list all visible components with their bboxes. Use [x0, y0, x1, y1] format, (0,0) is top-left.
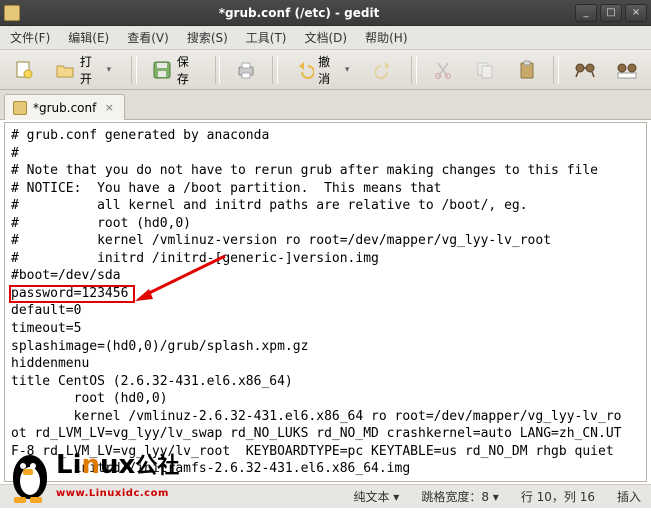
file-icon [13, 101, 27, 115]
open-button[interactable]: 打开 ▾ [48, 55, 123, 85]
cut-icon [432, 59, 454, 81]
status-tabwidth[interactable]: 跳格宽度：8 ▾ [421, 488, 498, 505]
redo-icon [374, 59, 396, 81]
new-file-button[interactable] [6, 55, 42, 85]
new-file-icon [13, 59, 35, 81]
editor-area: # grub.conf generated by anaconda # # No… [4, 122, 647, 482]
menu-edit[interactable]: 编辑(E) [64, 27, 113, 48]
undo-label: 撤消 [318, 53, 341, 87]
watermark: Linux公社 www.Linuxidc.com [4, 449, 179, 505]
toolbar-separator [272, 56, 278, 84]
status-position: 行 10，列 16 [521, 488, 595, 505]
menu-documents[interactable]: 文档(D) [301, 27, 352, 48]
open-dropdown-icon[interactable]: ▾ [107, 65, 116, 75]
copy-icon [474, 59, 496, 81]
status-insert-mode: 插入 [617, 488, 641, 505]
toolbar: 打开 ▾ 保存 撤消 ▾ [0, 50, 651, 90]
replace-icon [616, 59, 638, 81]
save-button[interactable]: 保存 [145, 55, 207, 85]
cut-button[interactable] [425, 55, 461, 85]
open-icon [55, 59, 76, 81]
undo-dropdown-icon[interactable]: ▾ [345, 65, 354, 75]
save-label: 保存 [177, 53, 200, 87]
watermark-text: Linux公社 www.Linuxidc.com [56, 454, 179, 501]
replace-button[interactable] [609, 55, 645, 85]
annotation-highlight-box [9, 285, 135, 303]
open-label: 打开 [80, 53, 103, 87]
save-icon [152, 59, 173, 81]
find-icon [574, 59, 596, 81]
tab-label: *grub.conf [33, 101, 96, 115]
toolbar-separator [215, 56, 221, 84]
annotation-arrow [135, 251, 235, 311]
undo-icon [293, 59, 314, 81]
toolbar-separator [411, 56, 417, 84]
menu-file[interactable]: 文件(F) [6, 27, 54, 48]
paste-icon [516, 59, 538, 81]
toolbar-separator [553, 56, 559, 84]
maximize-button[interactable]: □ [600, 4, 622, 22]
tab-grub-conf[interactable]: *grub.conf × [4, 94, 125, 120]
title-bar: *grub.conf (/etc) - gedit _ □ × [0, 0, 651, 26]
redo-button[interactable] [367, 55, 403, 85]
menu-view[interactable]: 查看(V) [123, 27, 173, 48]
watermark-url: www.Linuxidc.com [56, 488, 169, 499]
tab-close-button[interactable]: × [102, 101, 116, 115]
menu-tools[interactable]: 工具(T) [242, 27, 291, 48]
copy-button[interactable] [467, 55, 503, 85]
status-language[interactable]: 纯文本 ▾ [353, 488, 399, 505]
linux-penguin-icon [4, 449, 56, 505]
menu-search[interactable]: 搜索(S) [183, 27, 232, 48]
minimize-button[interactable]: _ [575, 4, 597, 22]
window-title: *grub.conf (/etc) - gedit [26, 6, 572, 20]
toolbar-separator [131, 56, 137, 84]
paste-button[interactable] [509, 55, 545, 85]
print-button[interactable] [228, 55, 264, 85]
close-window-button[interactable]: × [625, 4, 647, 22]
tab-bar: *grub.conf × [0, 90, 651, 120]
app-icon [4, 5, 20, 21]
menu-help[interactable]: 帮助(H) [361, 27, 411, 48]
find-button[interactable] [567, 55, 603, 85]
menu-bar: 文件(F) 编辑(E) 查看(V) 搜索(S) 工具(T) 文档(D) 帮助(H… [0, 26, 651, 50]
undo-button[interactable]: 撤消 ▾ [286, 55, 361, 85]
print-icon [235, 59, 257, 81]
